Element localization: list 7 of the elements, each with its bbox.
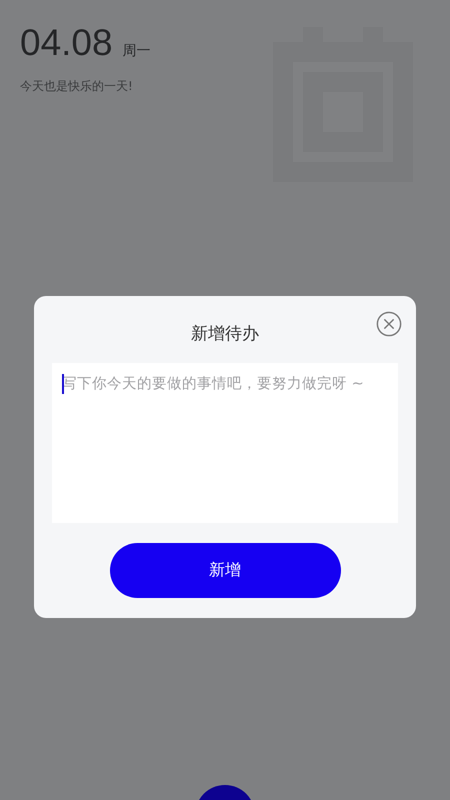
greeting: 今天也是快乐的一天! bbox=[20, 78, 133, 95]
dialog-title: 新增待办 bbox=[191, 323, 259, 345]
date: 04.08 bbox=[20, 22, 113, 64]
close-icon[interactable] bbox=[376, 311, 402, 337]
text-cursor bbox=[62, 374, 64, 394]
weekday: 周一 bbox=[122, 42, 151, 60]
add-button[interactable]: 新增 bbox=[110, 543, 340, 598]
